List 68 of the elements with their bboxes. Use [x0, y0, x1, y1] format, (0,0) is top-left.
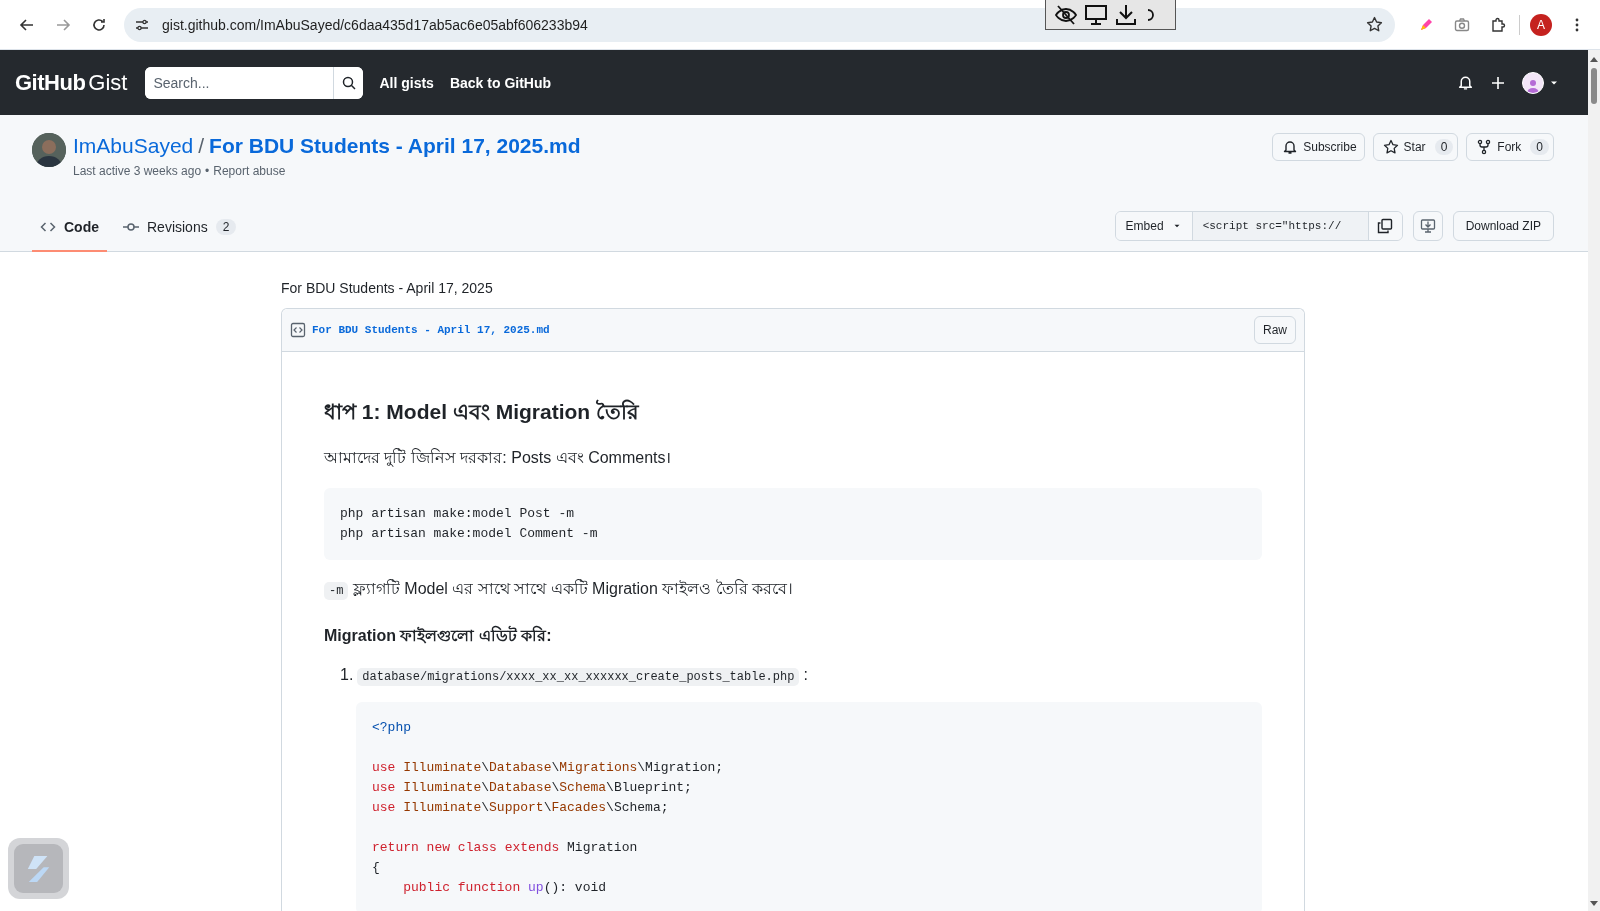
bullet-separator: • — [205, 164, 210, 178]
code-line: php artisan make:model Post -m — [340, 505, 576, 523]
code-line: use Illuminate\Database\Migrations\Migration; — [372, 759, 725, 777]
url-text: gist.github.com/ImAbuSayed/c6daa435d17ab5ac6e05abf606233b94 — [162, 16, 589, 33]
reload-icon — [91, 16, 107, 33]
colon-text: : — [803, 666, 808, 684]
back-icon — [19, 16, 35, 33]
inline-code: database/migrations/xxxx_xx_xx_xxxxxx_create_posts_table.php — [357, 668, 800, 686]
download-icon — [1114, 2, 1138, 27]
tab[interactable]: Code — [32, 204, 107, 252]
camera-icon — [1454, 16, 1470, 33]
paragraph: ফ্ল্যাগটি Model এর সাথে সাথে একটি Migration ফাইলও তৈরি করবে। — [351, 580, 794, 597]
screen-button[interactable] — [1084, 2, 1108, 27]
tab[interactable]: Revisions 2 — [115, 204, 245, 252]
heading: ধাপ 1: Model এবং Migration তৈরি — [324, 398, 641, 425]
monitor-download-icon — [1419, 218, 1436, 234]
code-line: public function up(): void — [402, 879, 608, 897]
desktop-download-button[interactable] — [1412, 211, 1443, 241]
bell-icon — [1457, 74, 1474, 91]
report-abuse-link[interactable]: Report abuse — [213, 164, 286, 178]
new-button[interactable] — [1490, 74, 1506, 91]
nav-link[interactable]: All gists — [379, 74, 434, 91]
notifications-button[interactable] — [1457, 74, 1474, 91]
monitor-icon — [1084, 2, 1108, 27]
owner-link[interactable]: ImAbuSayed — [73, 134, 194, 158]
owner-avatar[interactable] — [32, 133, 66, 167]
counter: 0 — [1530, 139, 1549, 155]
bell-icon — [1282, 139, 1299, 155]
code-line: use Illuminate\Database\Schema\Blueprint; — [372, 779, 693, 797]
gist-wordmark: Gist — [88, 69, 128, 96]
github-wordmark: GitHub — [15, 69, 86, 96]
gist-title-link[interactable]: For BDU Students - April 17, 2025.md — [209, 134, 581, 158]
search-button[interactable] — [333, 66, 364, 99]
scrollbar-thumb[interactable] — [1591, 68, 1597, 104]
pen-icon — [1418, 16, 1434, 33]
inline-code: -m — [324, 582, 349, 600]
download-button[interactable] — [1114, 2, 1138, 27]
plus-icon — [1490, 74, 1506, 91]
code-line: <?php — [372, 719, 412, 737]
bookmark-star-icon[interactable] — [1366, 16, 1383, 33]
nav-link[interactable]: Back to GitHub — [449, 74, 552, 91]
code-line: return new class extends Migration — [372, 839, 639, 857]
counter: 0 — [1434, 139, 1454, 155]
code-line: { — [372, 859, 381, 877]
file-code-icon — [290, 322, 306, 338]
search-icon — [340, 74, 357, 91]
gist-description: For BDU Students - April 17, 2025 — [281, 280, 494, 296]
code-line: use Illuminate\Support\Facades\Schema; — [372, 799, 670, 817]
subscribe-button[interactable]: Subscribe — [1272, 133, 1365, 161]
list-number: 1. — [340, 666, 354, 684]
profile-avatar[interactable]: A — [1530, 13, 1552, 36]
last-active-text: Last active 3 weeks ago — [73, 164, 202, 178]
paragraph: আমাদের দুটি জিনিস দরকার: Posts এবং Comments। — [324, 447, 673, 469]
star-icon — [1382, 139, 1399, 155]
counter: 2 — [215, 219, 237, 235]
user-avatar — [1522, 71, 1544, 94]
fork-icon — [1476, 139, 1493, 155]
heading: Migration ফাইলগুলো এডিট করি: — [324, 624, 553, 646]
extensions-icon — [1490, 16, 1506, 33]
download-zip-button[interactable]: Download ZIP — [1452, 211, 1554, 241]
fork-button[interactable]: Fork 0 — [1466, 133, 1554, 161]
star-button[interactable]: Star 0 — [1372, 133, 1459, 161]
file-name-link[interactable]: For BDU Students - April 17, 2025.md — [312, 324, 550, 336]
code-line: php artisan make:model Comment -m — [340, 525, 599, 543]
address-bar[interactable]: gist.github.com/ImAbuSayed/c6daa435d17ab5ac6e05abf606233b94 — [124, 7, 1395, 42]
raw-button[interactable]: Raw — [1254, 316, 1296, 344]
forward-icon — [55, 16, 71, 33]
path-separator: / — [198, 134, 205, 158]
